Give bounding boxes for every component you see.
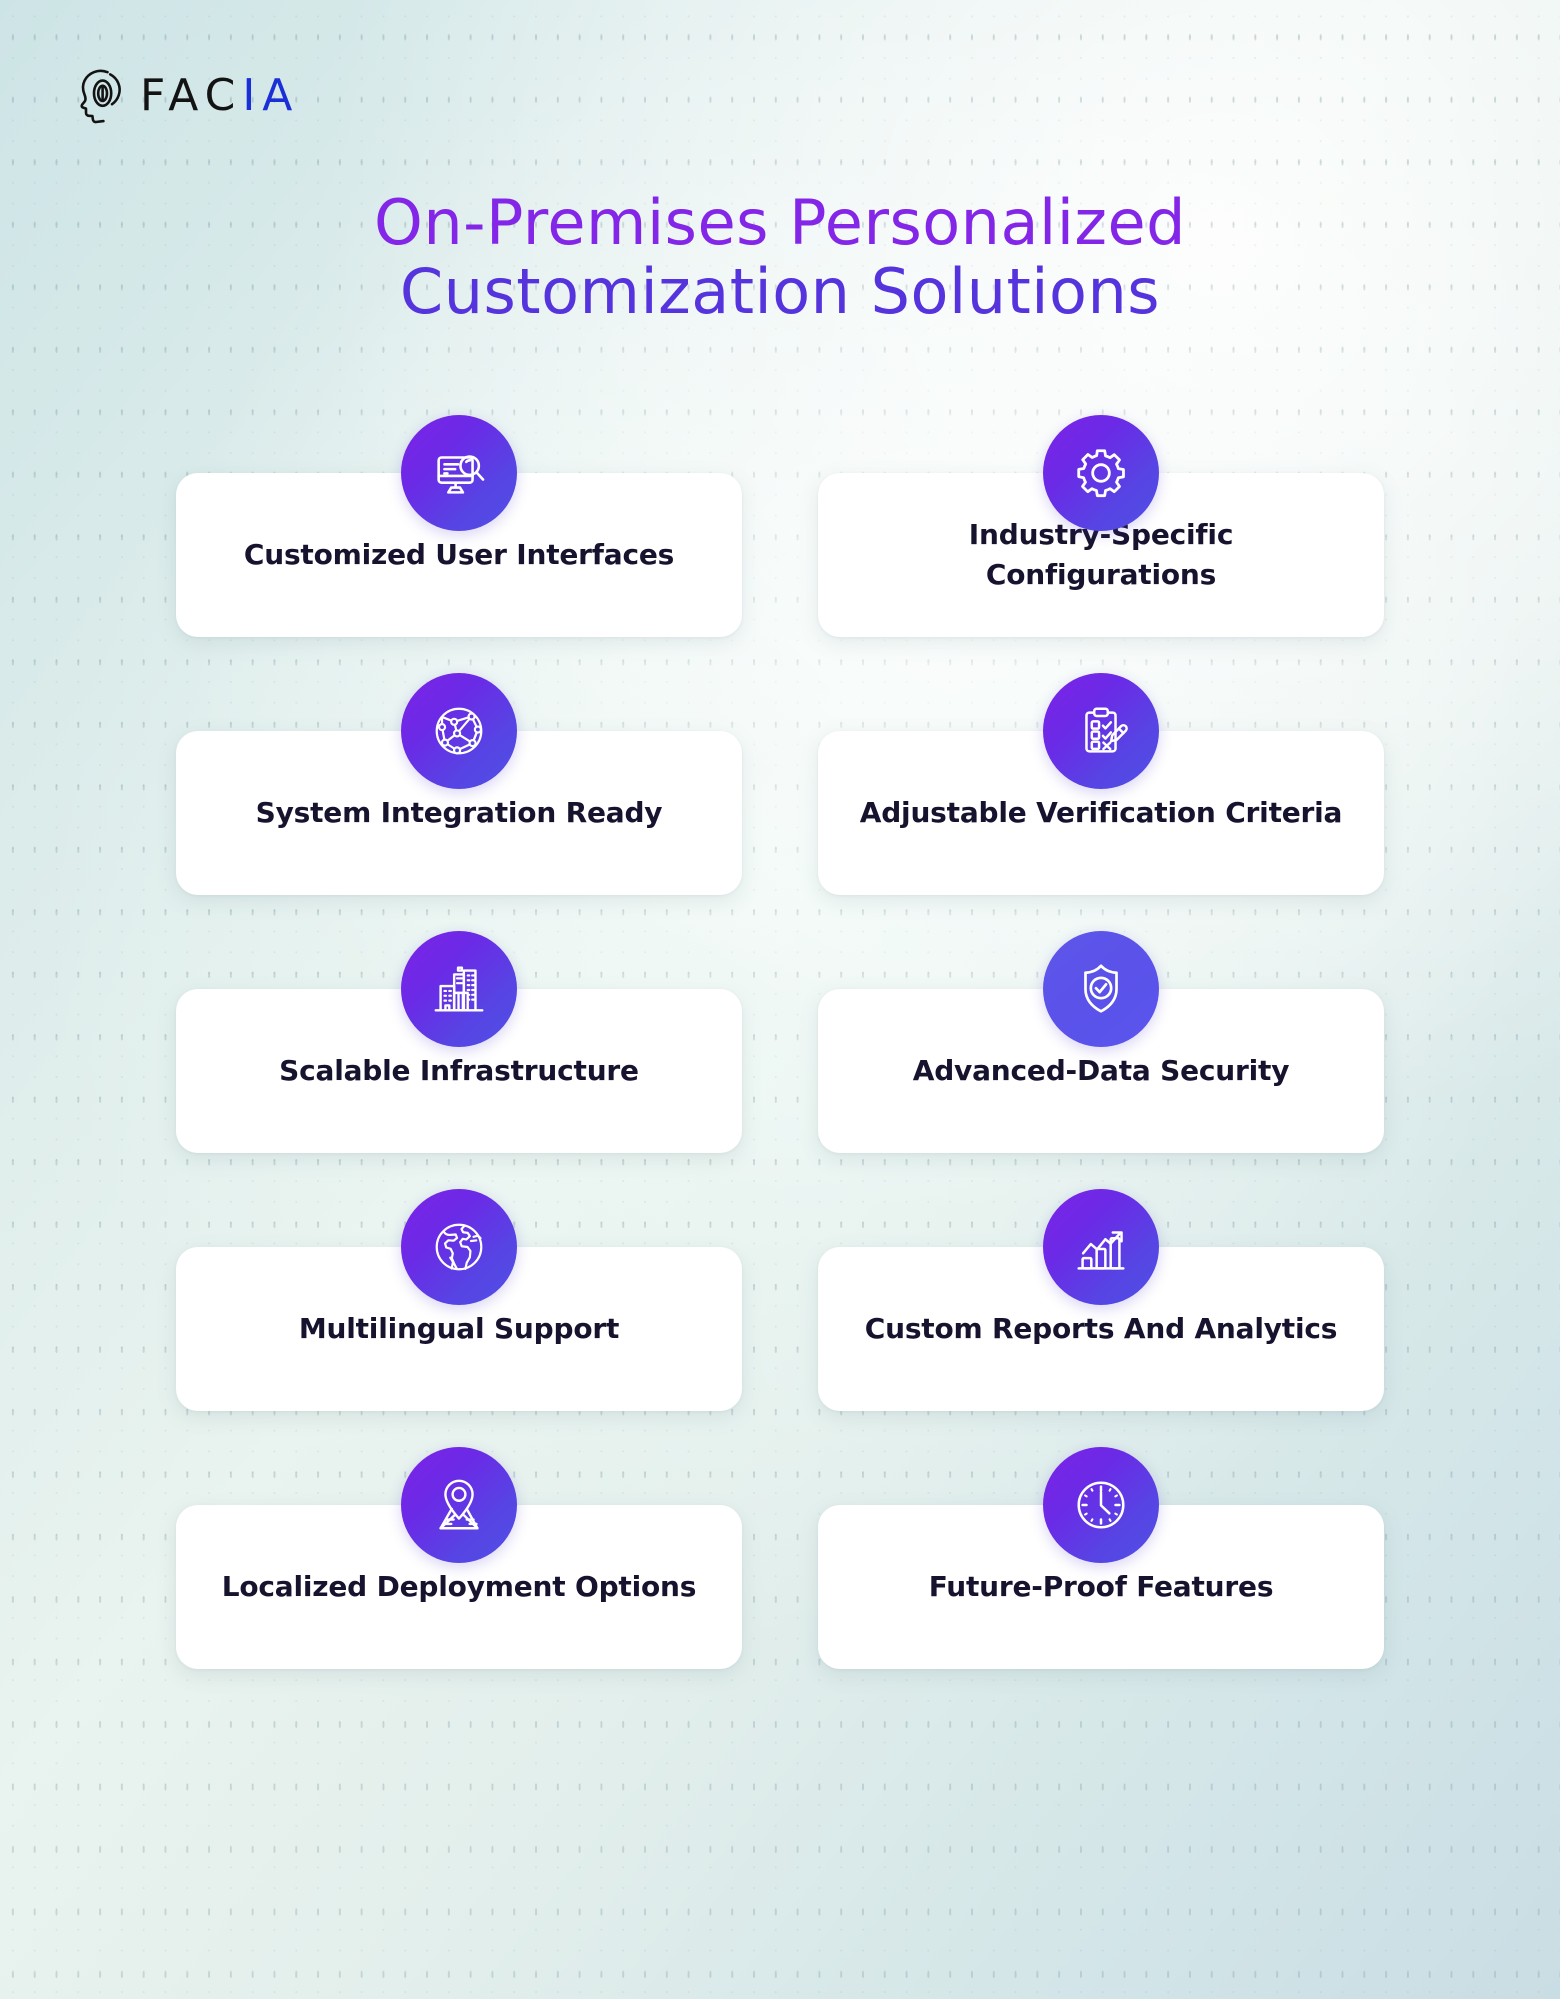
shield-check-icon [1043, 931, 1159, 1047]
feature-item: Customized User Interfaces [176, 415, 742, 637]
brand-logo: FAC IA [78, 68, 299, 124]
monitor-search-icon [401, 415, 517, 531]
buildings-icon [401, 931, 517, 1047]
feature-label: Localized Deployment Options [221, 1570, 697, 1604]
infographic-page: FAC IA On-Premises Personalized Customiza… [0, 0, 1560, 1999]
feature-item: Multilingual Support [176, 1189, 742, 1411]
earth-globe-icon [401, 1189, 517, 1305]
feature-item: Adjustable Verification Criteria [818, 673, 1384, 895]
network-globe-icon [401, 673, 517, 789]
brand-wordmark: FAC IA [140, 74, 299, 118]
feature-grid: Customized User Interfaces Industry-Spec… [176, 415, 1384, 1669]
brand-wordmark-part2: IA [242, 70, 300, 121]
feature-label: Scalable Infrastructure [279, 1054, 639, 1088]
feature-label: Advanced-Data Security [912, 1054, 1290, 1088]
brand-wordmark-part1: FAC [140, 70, 243, 121]
feature-item: Scalable Infrastructure [176, 931, 742, 1153]
feature-item: Custom Reports And Analytics [818, 1189, 1384, 1411]
feature-label: Future-Proof Features [928, 1570, 1274, 1604]
page-title: On-Premises Personalized Customization S… [0, 188, 1560, 327]
feature-item: Localized Deployment Options [176, 1447, 742, 1669]
clock-icon [1043, 1447, 1159, 1563]
feature-label: Custom Reports And Analytics [864, 1312, 1338, 1346]
page-title-line-1: On-Premises Personalized [374, 186, 1186, 259]
feature-item: Future-Proof Features [818, 1447, 1384, 1669]
feature-label: Customized User Interfaces [243, 538, 675, 572]
feature-label: System Integration Ready [255, 796, 663, 830]
fingerprint-head-icon [78, 68, 124, 124]
map-pin-icon [401, 1447, 517, 1563]
gear-icon [1043, 415, 1159, 531]
clipboard-check-pencil-icon [1043, 673, 1159, 789]
feature-item: System Integration Ready [176, 673, 742, 895]
feature-label: Adjustable Verification Criteria [859, 796, 1343, 830]
page-title-line-2: Customization Solutions [399, 255, 1161, 329]
bar-chart-growth-icon [1043, 1189, 1159, 1305]
feature-item: Advanced-Data Security [818, 931, 1384, 1153]
feature-item: Industry-Specific Configurations [818, 415, 1384, 637]
feature-label: Multilingual Support [298, 1312, 620, 1346]
